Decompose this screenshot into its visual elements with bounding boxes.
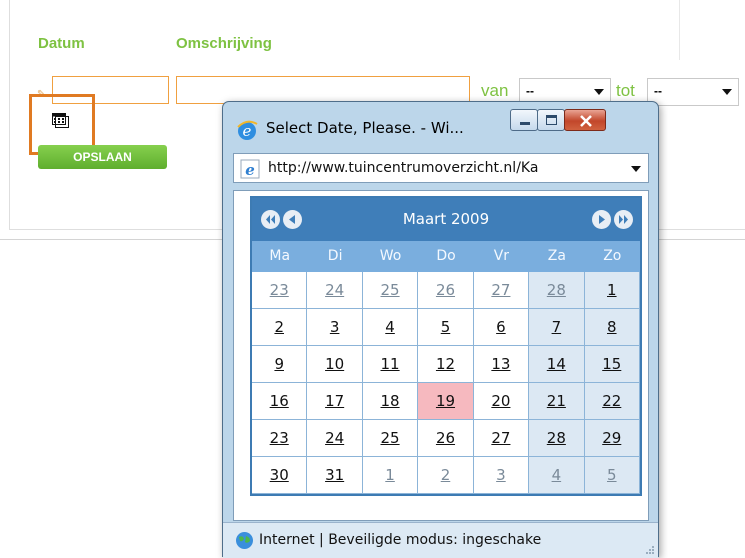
calendar-header: Maart 2009 bbox=[252, 198, 640, 241]
day-cell[interactable]: 11 bbox=[362, 346, 419, 383]
svg-text:e: e bbox=[243, 122, 252, 140]
ie-icon: e bbox=[237, 120, 258, 140]
day-cell[interactable]: 25 bbox=[362, 420, 419, 457]
close-icon bbox=[580, 115, 592, 127]
address-text: http://www.tuincentrumoverzicht.nl/Ka bbox=[268, 160, 539, 176]
day-cell[interactable]: 24 bbox=[307, 420, 363, 457]
month-label: Maart 2009 bbox=[402, 210, 490, 228]
day-cell[interactable]: 26 bbox=[418, 420, 474, 457]
arrow-right-icon bbox=[599, 215, 605, 224]
maximize-button[interactable] bbox=[537, 109, 565, 131]
day-cell[interactable]: 28 bbox=[529, 272, 585, 309]
day-cell[interactable]: 30 bbox=[252, 457, 308, 494]
day-cell[interactable]: 5 bbox=[418, 309, 474, 346]
day-cell[interactable]: 27 bbox=[473, 420, 530, 457]
weekday-label: Di bbox=[327, 248, 343, 264]
weekday-label: Zo bbox=[603, 248, 622, 264]
double-arrow-right-icon bbox=[619, 215, 628, 224]
day-cell[interactable]: 15 bbox=[584, 346, 640, 383]
minimize-button[interactable] bbox=[510, 109, 538, 131]
tot-label: tot bbox=[616, 81, 635, 100]
calendar: Maart 2009 Ma Di Wo Do Vr Za Zo 23 24 25 26 27 28 1 2… bbox=[250, 196, 642, 496]
globe-icon bbox=[236, 532, 253, 549]
window-title: Select Date, Please. - Wi... bbox=[266, 119, 464, 137]
day-cell[interactable]: 13 bbox=[473, 346, 530, 383]
address-bar[interactable]: e http://www.tuincentrumoverzicht.nl/Ka bbox=[233, 153, 649, 183]
day-cell[interactable]: 22 bbox=[584, 383, 640, 420]
popup-content: Maart 2009 Ma Di Wo Do Vr Za Zo 23 24 25 26 27 28 1 2… bbox=[233, 190, 649, 521]
next-year-button[interactable] bbox=[614, 210, 633, 229]
day-cell[interactable]: 4 bbox=[529, 457, 585, 494]
day-cell[interactable]: 3 bbox=[307, 309, 363, 346]
day-cell[interactable]: 2 bbox=[418, 457, 474, 494]
day-cell[interactable]: 14 bbox=[529, 346, 585, 383]
resize-grip-icon[interactable] bbox=[644, 544, 654, 554]
day-cell[interactable]: 1 bbox=[362, 457, 419, 494]
day-cell[interactable]: 21 bbox=[529, 383, 585, 420]
status-bar: Internet | Beveiligde modus: ingeschake bbox=[223, 522, 658, 558]
day-cell[interactable]: 9 bbox=[252, 346, 308, 383]
day-cell[interactable]: 31 bbox=[307, 457, 363, 494]
day-cell[interactable]: 23 bbox=[252, 272, 308, 309]
status-text: Internet | Beveiligde modus: ingeschake bbox=[259, 532, 542, 548]
day-cell[interactable]: 5 bbox=[584, 457, 640, 494]
day-cell[interactable]: 16 bbox=[252, 383, 308, 420]
day-cell[interactable]: 17 bbox=[307, 383, 363, 420]
chevron-down-icon bbox=[722, 89, 732, 95]
day-cell[interactable]: 24 bbox=[307, 272, 363, 309]
weekday-label: Vr bbox=[493, 248, 510, 264]
weekday-label: Do bbox=[436, 248, 456, 264]
svg-text:e: e bbox=[245, 161, 255, 179]
day-cell[interactable]: 29 bbox=[584, 420, 640, 457]
day-cell[interactable]: 6 bbox=[473, 309, 530, 346]
day-cell[interactable]: 26 bbox=[418, 272, 474, 309]
next-month-button[interactable] bbox=[592, 210, 611, 229]
weekday-row: Ma Di Wo Do Vr Za Zo bbox=[252, 241, 640, 272]
day-cell[interactable]: 23 bbox=[252, 420, 308, 457]
day-cell[interactable]: 10 bbox=[307, 346, 363, 383]
weekday-label: Ma bbox=[269, 248, 291, 264]
tot-select-value: -- bbox=[654, 84, 662, 98]
day-cell[interactable]: 25 bbox=[362, 272, 419, 309]
van-label: van bbox=[481, 81, 509, 100]
day-cell[interactable]: 1 bbox=[584, 272, 640, 309]
day-cell[interactable]: 3 bbox=[473, 457, 530, 494]
day-cell[interactable]: 28 bbox=[529, 420, 585, 457]
day-cell[interactable]: 8 bbox=[584, 309, 640, 346]
day-cell[interactable]: 20 bbox=[473, 383, 530, 420]
save-button[interactable]: OPSLAAN bbox=[38, 145, 167, 169]
chevron-down-icon bbox=[594, 89, 604, 95]
close-button[interactable] bbox=[564, 109, 606, 131]
day-cell[interactable]: 18 bbox=[362, 383, 419, 420]
weekday-label: Za bbox=[547, 248, 566, 264]
divider bbox=[679, 0, 680, 60]
title-bar[interactable]: e Select Date, Please. - Wi... bbox=[223, 102, 658, 142]
page-icon: e bbox=[240, 159, 260, 179]
day-cell[interactable]: 12 bbox=[418, 346, 474, 383]
omschrijving-input[interactable] bbox=[176, 76, 470, 104]
day-cell[interactable]: 4 bbox=[362, 309, 419, 346]
day-cell-today[interactable]: 19 bbox=[418, 383, 474, 420]
day-cell[interactable]: 7 bbox=[529, 309, 585, 346]
date-picker-window: e Select Date, Please. - Wi... e http://… bbox=[222, 101, 659, 558]
day-cell[interactable]: 2 bbox=[252, 309, 308, 346]
tot-select[interactable]: -- bbox=[647, 78, 739, 106]
omschrijving-label: Omschrijving bbox=[176, 35, 272, 52]
chevron-down-icon[interactable] bbox=[631, 166, 641, 172]
datum-label: Datum bbox=[38, 35, 85, 52]
day-cell[interactable]: 27 bbox=[473, 272, 530, 309]
weekday-label: Wo bbox=[379, 248, 402, 264]
van-select-value: -- bbox=[526, 84, 534, 98]
calendar-icon[interactable] bbox=[52, 113, 69, 128]
